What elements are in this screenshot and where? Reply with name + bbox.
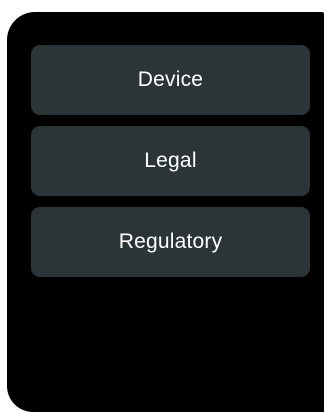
- watch-screen: Device Legal Regulatory: [7, 12, 324, 412]
- menu-item-label: Regulatory: [118, 230, 223, 253]
- menu-item-device[interactable]: Device: [31, 45, 310, 115]
- settings-menu-list: Device Legal Regulatory: [31, 45, 310, 288]
- menu-item-regulatory[interactable]: Regulatory: [31, 207, 310, 277]
- menu-item-label: Device: [137, 68, 204, 91]
- menu-item-label: Legal: [144, 149, 197, 172]
- menu-item-legal[interactable]: Legal: [31, 126, 310, 196]
